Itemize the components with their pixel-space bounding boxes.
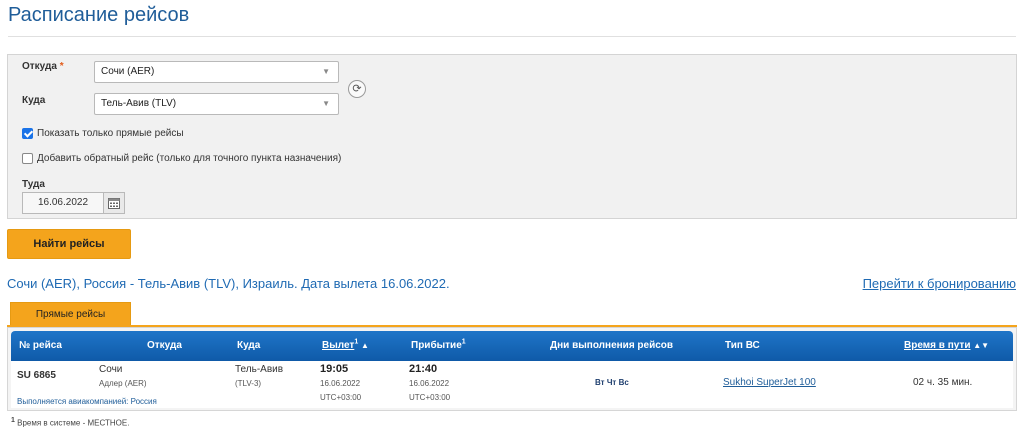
arrival-timezone: UTC+03:00 — [409, 393, 451, 402]
from-label: Откуда * — [22, 61, 64, 72]
from-city: Сочи — [99, 364, 123, 375]
search-panel: Откуда * Сочи (AER) ▼ Куда Тель-Авив (TL… — [7, 54, 1017, 219]
column-flight-no: № рейса — [19, 340, 62, 351]
column-aircraft: Тип ВС — [725, 340, 760, 351]
from-label-text: Откуда — [22, 61, 57, 72]
flight-duration: 02 ч. 35 мин. — [913, 377, 973, 388]
calendar-icon[interactable] — [104, 192, 125, 214]
date-input[interactable]: 16.06.2022 — [22, 192, 104, 214]
column-departure[interactable]: Вылет1 ▲ — [322, 331, 369, 361]
return-flight-checkbox[interactable] — [22, 153, 33, 164]
column-arrival-label: Прибытие — [411, 340, 462, 351]
to-city: Тель-Авив — [235, 364, 284, 375]
operated-by: Выполняется авиакомпанией: Россия — [17, 397, 157, 406]
to-label: Куда — [22, 95, 46, 106]
footnote-mark: 1 — [11, 417, 15, 424]
table-header: № рейса Откуда Куда Вылет1 ▲ Прибытие1 Д… — [11, 331, 1013, 361]
departure-timezone: UTC+03:00 — [320, 393, 362, 402]
footnote-mark: 1 — [461, 338, 466, 346]
to-airport: (TLV-3) — [235, 379, 262, 388]
column-days: Дни выполнения рейсов — [550, 340, 674, 351]
to-select-value: Тель-Авив (TLV) — [101, 98, 177, 109]
column-to: Куда — [237, 340, 261, 351]
route-title: Сочи (AER), Россия - Тель-Авив (TLV), Из… — [7, 276, 450, 291]
footnote-mark: 1 — [354, 338, 359, 346]
column-arrival: Прибытие1 — [411, 331, 466, 361]
tab-direct-flights[interactable]: Прямые рейсы — [10, 302, 131, 326]
required-mark: * — [59, 61, 64, 72]
flight-number: SU 6865 — [17, 370, 56, 381]
return-flight-row[interactable]: Добавить обратный рейс (только для точно… — [22, 153, 341, 164]
from-select[interactable]: Сочи (AER) ▼ — [94, 61, 339, 83]
operating-days: Вт Чт Вс — [595, 378, 629, 387]
title-divider — [8, 36, 1016, 37]
column-from: Откуда — [147, 340, 182, 351]
departure-time: 19:05 — [320, 363, 349, 375]
return-flight-label: Добавить обратный рейс (только для точно… — [37, 153, 342, 164]
sort-both-icon: ▲▼ — [973, 341, 990, 350]
booking-link[interactable]: Перейти к бронированию — [863, 276, 1016, 291]
swap-icon[interactable]: ⟳ — [348, 80, 366, 98]
from-airport: Адлер (AER) — [99, 379, 147, 388]
arrival-time: 21:40 — [409, 363, 438, 375]
sort-up-icon: ▲ — [361, 341, 369, 350]
direct-only-label: Показать только прямые рейсы — [37, 128, 184, 139]
direct-only-checkbox[interactable] — [22, 128, 33, 139]
footnote-text: Время в системе - МЕСТНОЕ. — [17, 418, 130, 428]
chevron-down-icon: ▼ — [322, 99, 330, 108]
chevron-down-icon: ▼ — [322, 67, 330, 76]
column-departure-label: Вылет — [322, 340, 355, 351]
find-flights-button[interactable]: Найти рейсы — [7, 229, 131, 259]
results-table: № рейса Откуда Куда Вылет1 ▲ Прибытие1 Д… — [7, 327, 1017, 411]
column-duration[interactable]: Время в пути ▲▼ — [904, 331, 989, 361]
arrival-date: 16.06.2022 — [409, 379, 450, 388]
departure-date: 16.06.2022 — [320, 379, 361, 388]
from-select-value: Сочи (AER) — [101, 66, 155, 77]
footnote: 1 Время в системе - МЕСТНОЕ. — [11, 417, 129, 428]
date-label: Туда — [22, 179, 45, 190]
page-title: Расписание рейсов — [8, 4, 190, 26]
direct-only-row[interactable]: Показать только прямые рейсы — [22, 128, 184, 139]
table-row[interactable]: SU 6865 Сочи Адлер (AER) Тель-Авив (TLV-… — [11, 361, 1013, 408]
column-duration-label: Время в пути — [904, 340, 971, 351]
to-select[interactable]: Тель-Авив (TLV) ▼ — [94, 93, 339, 115]
aircraft-type-link[interactable]: Sukhoi SuperJet 100 — [723, 377, 816, 388]
